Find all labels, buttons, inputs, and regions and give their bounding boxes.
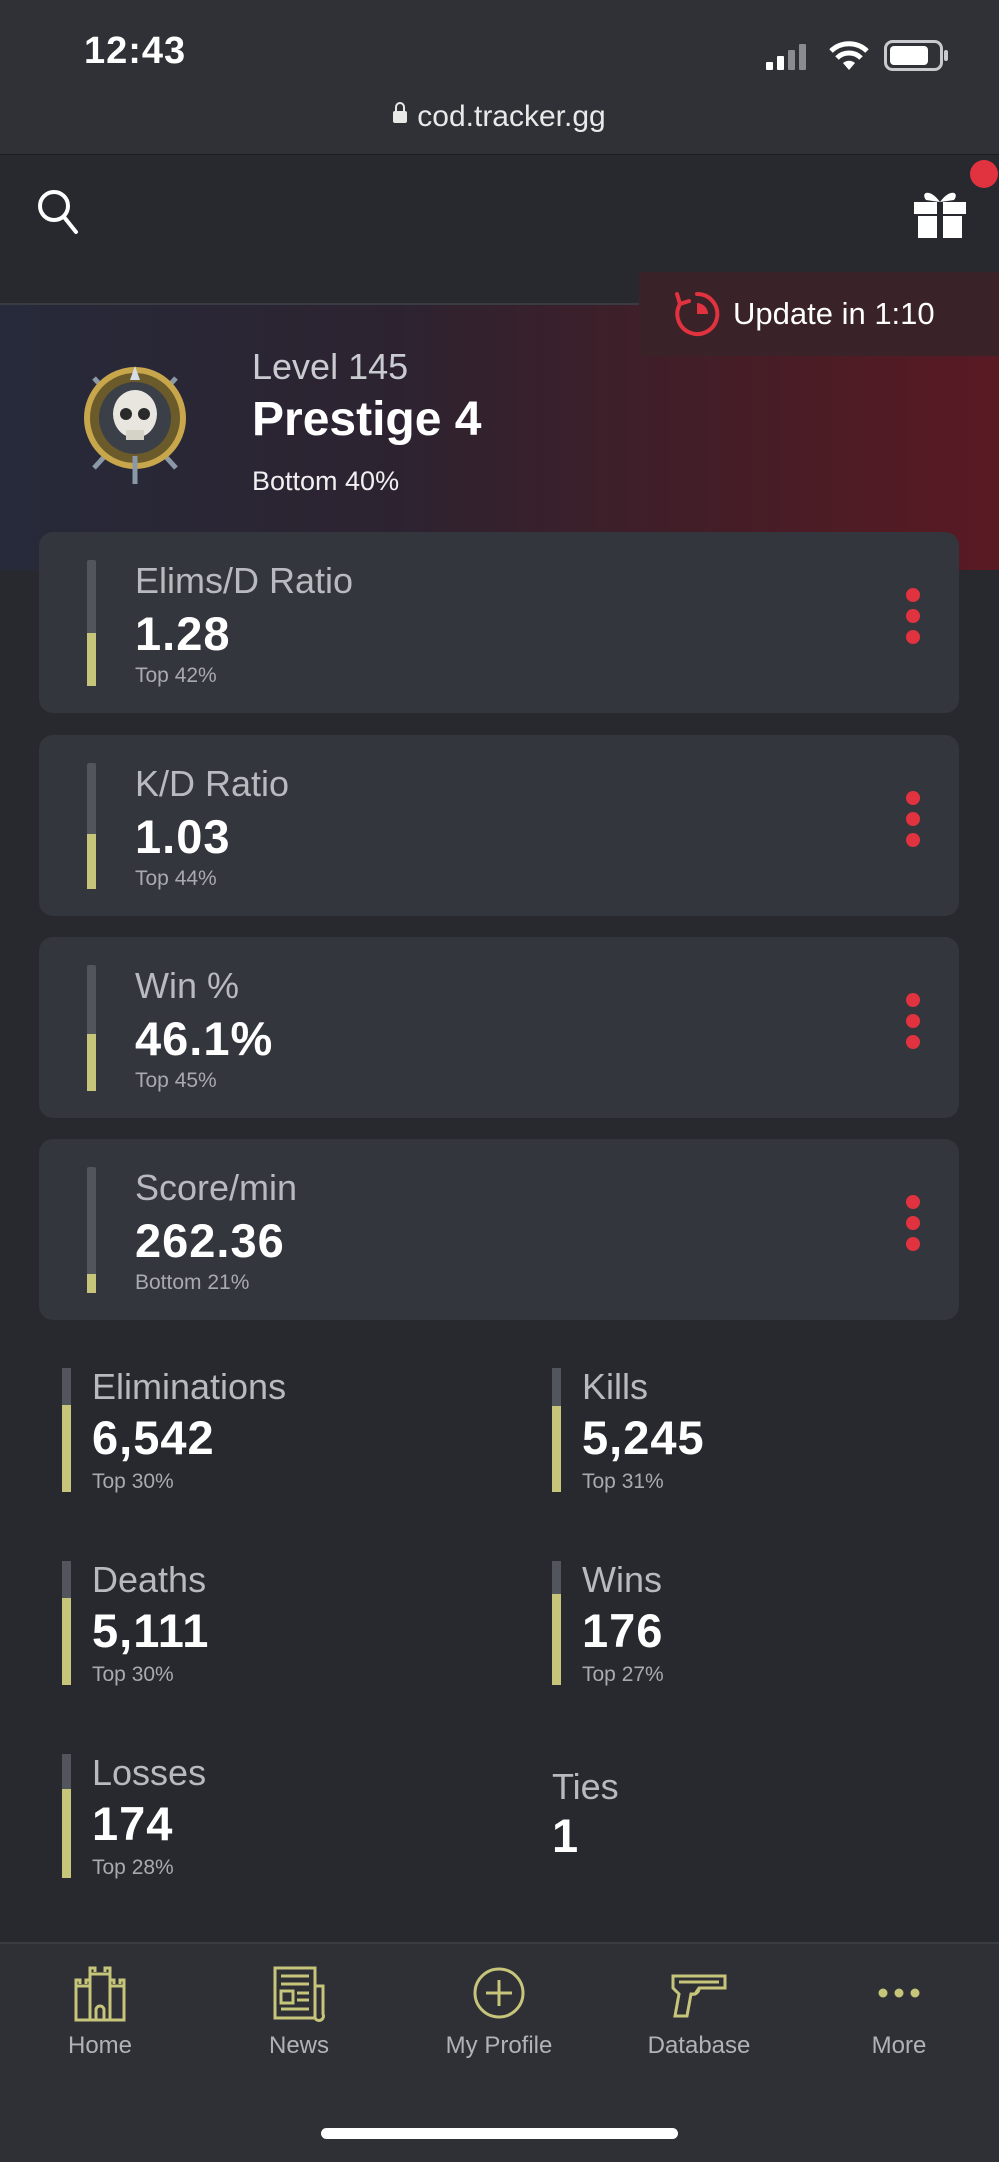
search-icon[interactable] xyxy=(36,188,80,236)
nav-database[interactable]: Database xyxy=(599,1964,799,2060)
nav-more[interactable]: More xyxy=(799,1964,999,2060)
stat-percentile: Bottom 21% xyxy=(135,1271,250,1294)
stat-value: 6,542 xyxy=(92,1411,215,1464)
nav-label: My Profile xyxy=(445,2032,553,2059)
profile-level: Level 145 xyxy=(252,346,409,387)
stat-percentile: Top 30% xyxy=(92,1663,174,1686)
status-time: 12:43 xyxy=(84,30,187,72)
stat-kills: Kills 5,245 Top 31% xyxy=(552,1352,972,1493)
update-toast-text: Update in 1:10 xyxy=(733,296,935,331)
stat-percentile: Top 42% xyxy=(135,664,217,687)
percentile-bar-fill xyxy=(62,1788,71,1878)
more-options-icon[interactable] xyxy=(895,588,931,660)
notification-dot xyxy=(970,160,998,188)
stat-percentile: Top 27% xyxy=(582,1663,664,1686)
castle-icon xyxy=(74,1966,126,2022)
stat-value: 1.03 xyxy=(135,810,231,863)
stat-label: Win % xyxy=(135,965,240,1006)
percentile-bar xyxy=(87,1167,96,1293)
percentile-bar-fill xyxy=(62,1405,71,1492)
stat-losses: Losses 174 Top 28% xyxy=(62,1738,482,1879)
stat-card-win-pct[interactable]: Win % 46.1% Top 45% xyxy=(39,937,959,1118)
stat-label: Wins xyxy=(582,1559,662,1600)
stat-value: 262.36 xyxy=(135,1214,285,1267)
percentile-bar-fill xyxy=(552,1594,561,1685)
url-text: cod.tracker.gg xyxy=(417,100,606,133)
percentile-bar-fill xyxy=(87,1034,96,1091)
nav-label: More xyxy=(871,2032,927,2059)
percentile-bar xyxy=(552,1561,561,1685)
percentile-bar-fill xyxy=(87,833,96,889)
stat-ties: Ties 1 xyxy=(552,1752,972,1882)
stat-percentile: Top 45% xyxy=(135,1069,217,1092)
nav-label: News xyxy=(268,2032,329,2059)
more-options-icon[interactable] xyxy=(895,993,931,1065)
timer-refresh-icon xyxy=(675,291,720,336)
percentile-bar xyxy=(62,1368,71,1492)
more-options-icon[interactable] xyxy=(895,791,931,863)
stat-card-score-min[interactable]: Score/min 262.36 Bottom 21% xyxy=(39,1139,959,1320)
nav-my-profile[interactable]: My Profile xyxy=(399,1964,599,2060)
percentile-bar-fill xyxy=(87,1274,96,1293)
stat-value: 5,111 xyxy=(92,1604,210,1657)
newspaper-icon xyxy=(273,1966,325,2022)
percentile-bar xyxy=(87,560,96,686)
stat-label: Eliminations xyxy=(92,1366,287,1407)
stat-label: Elims/D Ratio xyxy=(135,560,354,601)
profile-percentile: Bottom 40% xyxy=(252,466,400,496)
stat-percentile: Top 31% xyxy=(582,1470,664,1493)
battery-icon xyxy=(884,40,948,71)
stat-label: K/D Ratio xyxy=(135,763,290,804)
percentile-bar xyxy=(87,965,96,1091)
prestige-emblem-icon xyxy=(84,366,186,484)
percentile-bar-fill xyxy=(552,1406,561,1492)
stat-value: 1 xyxy=(552,1809,580,1862)
stat-percentile: Top 28% xyxy=(92,1856,174,1879)
address-bar[interactable]: cod.tracker.gg xyxy=(0,100,999,134)
nav-news[interactable]: News xyxy=(199,1964,399,2060)
nav-label: Database xyxy=(647,2032,751,2059)
stat-wins: Wins 176 Top 27% xyxy=(552,1545,972,1686)
wifi-icon xyxy=(829,41,869,70)
lock-icon xyxy=(393,102,408,123)
nav-label: Home xyxy=(67,2032,133,2059)
stat-label: Score/min xyxy=(135,1167,298,1208)
percentile-bar xyxy=(552,1368,561,1492)
percentile-bar xyxy=(87,763,96,889)
stat-label: Ties xyxy=(552,1766,619,1807)
home-indicator xyxy=(321,2128,678,2139)
stat-value: 5,245 xyxy=(582,1411,705,1464)
stat-label: Kills xyxy=(582,1366,649,1407)
stat-value: 1.28 xyxy=(135,607,231,660)
stat-label: Deaths xyxy=(92,1559,207,1600)
percentile-bar xyxy=(62,1561,71,1685)
nav-home[interactable]: Home xyxy=(0,1964,200,2060)
pistol-icon xyxy=(671,1974,727,2018)
percentile-bar xyxy=(62,1754,71,1878)
stat-value: 46.1% xyxy=(135,1012,274,1065)
stat-percentile: Top 44% xyxy=(135,867,217,890)
cellular-signal-icon xyxy=(766,44,806,70)
stat-percentile: Top 30% xyxy=(92,1470,174,1493)
percentile-bar-fill xyxy=(87,633,96,686)
more-options-icon[interactable] xyxy=(895,1195,931,1267)
stat-card-elims-d[interactable]: Elims/D Ratio 1.28 Top 42% xyxy=(39,532,959,713)
gift-icon[interactable] xyxy=(912,186,968,240)
plus-circle-icon xyxy=(473,1967,525,2019)
profile-prestige: Prestige 4 xyxy=(252,393,482,446)
stat-card-kd[interactable]: K/D Ratio 1.03 Top 44% xyxy=(39,735,959,916)
more-dots-icon xyxy=(878,1988,920,1998)
update-toast[interactable]: Update in 1:10 xyxy=(639,272,999,356)
stat-eliminations: Eliminations 6,542 Top 30% xyxy=(62,1352,482,1493)
stat-value: 176 xyxy=(582,1604,664,1657)
percentile-bar-fill xyxy=(62,1598,71,1685)
stat-deaths: Deaths 5,111 Top 30% xyxy=(62,1545,482,1686)
stat-label: Losses xyxy=(92,1752,207,1793)
stat-value: 174 xyxy=(92,1797,174,1850)
